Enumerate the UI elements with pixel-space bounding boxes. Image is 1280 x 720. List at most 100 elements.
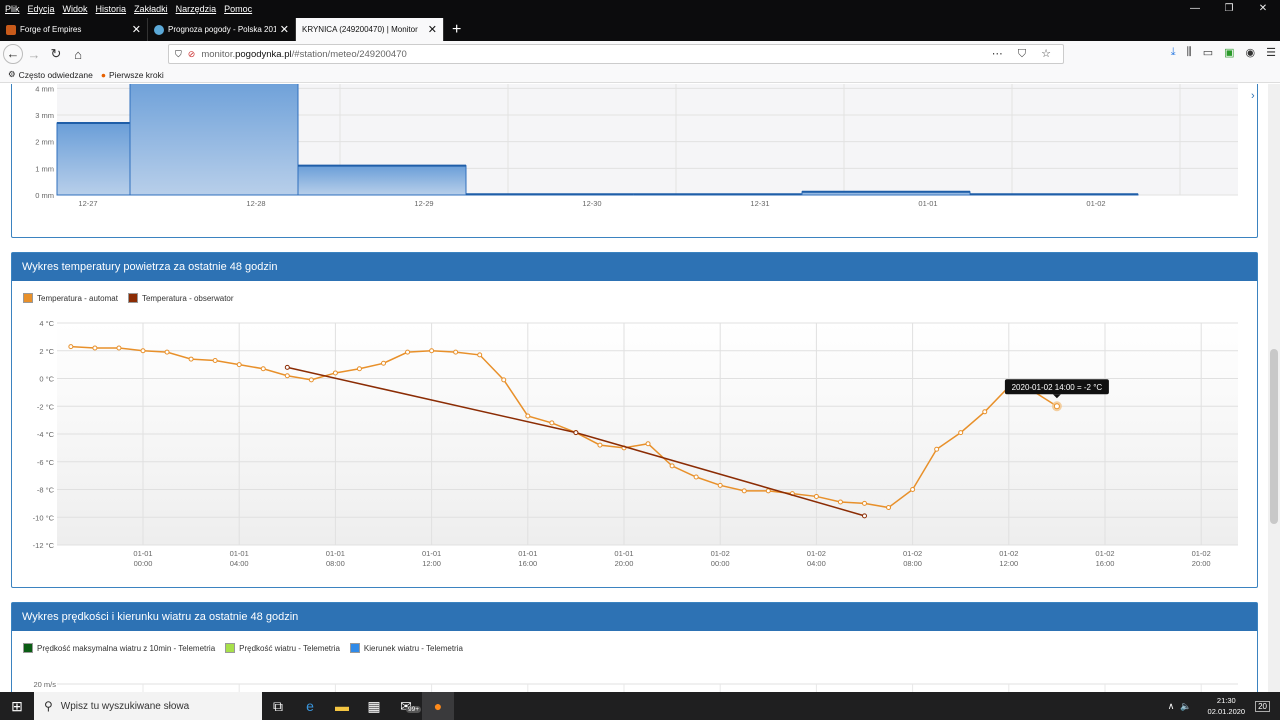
search-placeholder: Wpisz tu wyszukiwane słowa	[60, 700, 190, 712]
x-tick-time: 00:00	[134, 559, 153, 568]
notification-icon[interactable]: 20	[1255, 700, 1270, 712]
precip-bar	[56, 122, 131, 196]
tab-prognoza-pogody[interactable]: Prognoza pogody - Polska 2019 ✕	[148, 18, 296, 41]
temperature-panel-title: Wykres temperatury powietrza za ostatnie…	[12, 253, 1257, 281]
url-bar[interactable]: ⛉ ⊘ monitor.pogodynka.pl/#station/meteo/…	[168, 44, 1064, 64]
reload-icon[interactable]: ↻	[45, 46, 67, 62]
menu-pomoc[interactable]: Pomoc	[221, 4, 255, 14]
menu-historia[interactable]: Historia	[93, 4, 130, 14]
menu-widok[interactable]: Widok	[60, 4, 91, 14]
tab-bar: Forge of Empires ✕ Prognoza pogody - Pol…	[0, 18, 1280, 41]
data-point	[934, 446, 940, 452]
home-icon[interactable]: ⌂	[67, 47, 89, 62]
close-tab-icon[interactable]: ✕	[132, 23, 141, 36]
x-tick-label: 01-02	[1086, 199, 1105, 208]
tab-title: Forge of Empires	[20, 25, 82, 34]
insecure-lock-icon[interactable]: ⊘	[188, 49, 196, 60]
wind-panel: Wykres prędkości i kierunku wiatru za os…	[11, 602, 1258, 692]
sidebar-icon[interactable]: ▭	[1203, 46, 1213, 59]
x-tick-date: 01-01	[518, 549, 537, 558]
menu-zakladki[interactable]: Zakładki	[131, 4, 171, 14]
page-content: 0 mm 1 mm 2 mm 3 mm 4 mm 12-27 12-28 12-29 12-30…	[0, 84, 1268, 692]
legend-swatch	[349, 643, 360, 653]
chevron-up-icon[interactable]: ∧	[1168, 701, 1175, 712]
data-point	[453, 349, 459, 355]
data-point	[549, 420, 555, 426]
mail-icon[interactable]: ✉ 99+	[390, 698, 422, 715]
wind-panel-title: Wykres prędkości i kierunku wiatru za os…	[12, 603, 1257, 631]
close-window-icon[interactable]: ✕	[1246, 0, 1280, 18]
data-point	[862, 513, 867, 519]
windows-taskbar: ⊞ ⚲ Wpisz tu wyszukiwane słowa ⧉ e ▬ ▦ ✉ 9…	[0, 692, 1280, 720]
new-tab-plus-icon[interactable]: +	[444, 18, 469, 41]
data-point	[236, 362, 242, 368]
forward-arrow-icon[interactable]: →	[23, 47, 45, 62]
x-tick-date: 01-01	[326, 549, 345, 558]
edge-icon[interactable]: e	[294, 698, 326, 714]
restore-icon[interactable]: ❐	[1212, 0, 1246, 18]
back-arrow-icon[interactable]: ←	[3, 44, 23, 64]
x-tick-time: 04:00	[230, 559, 249, 568]
url-text[interactable]: monitor.pogodynka.pl/#station/meteo/2492…	[201, 49, 406, 60]
store-icon[interactable]: ▦	[358, 698, 390, 715]
file-explorer-icon[interactable]: ▬	[326, 698, 358, 714]
x-tick-time: 04:00	[807, 559, 826, 568]
legend-item-max-wind[interactable]: Prędkość maksymalna wiatru z 10min - Tel…	[23, 643, 215, 653]
tab-forge-of-empires[interactable]: Forge of Empires ✕	[0, 18, 148, 41]
tab-title: Prognoza pogody - Polska 2019	[168, 25, 276, 34]
legend-item-wind-speed[interactable]: Prędkość wiatru - Telemetria	[225, 643, 340, 653]
data-point	[765, 488, 771, 494]
y-tick-label: -10 °C	[33, 513, 55, 522]
menu-plik[interactable]: Plik	[2, 4, 23, 14]
y-tick-label: 2 °C	[39, 347, 54, 356]
bookmark-pierwsze-kroki[interactable]: ● Pierwsze kroki	[101, 70, 164, 80]
precip-bar	[297, 165, 467, 196]
data-point	[597, 442, 603, 448]
data-point	[164, 349, 170, 355]
legend-item-automat[interactable]: Temperatura - automat	[23, 293, 118, 303]
x-tick-date: 01-02	[999, 549, 1018, 558]
data-point	[717, 482, 723, 488]
chevron-right-icon[interactable]: ›	[1251, 90, 1255, 102]
close-tab-icon[interactable]: ✕	[280, 23, 289, 36]
data-point	[813, 493, 819, 499]
firefox-taskbar-icon[interactable]: ●	[422, 692, 454, 720]
page-scrollbar[interactable]	[1268, 84, 1280, 692]
nav-bar: ← → ↻ ⌂ ⛉ ⊘ monitor.pogodynka.pl/#statio…	[0, 41, 1280, 67]
clock[interactable]: 21:30 02.01.2020	[1208, 695, 1246, 717]
account-icon[interactable]: ◉	[1246, 46, 1256, 59]
tooltip-text: 2020-01-02 14:00 = -2 °C	[1012, 383, 1103, 392]
scrollbar-thumb[interactable]	[1270, 349, 1278, 524]
data-point	[910, 487, 916, 492]
x-tick-time: 00:00	[711, 559, 730, 568]
extension-icon[interactable]: ▣	[1224, 46, 1234, 59]
download-icon[interactable]: ⤓	[1171, 46, 1176, 59]
taskbar-search[interactable]: ⚲ Wpisz tu wyszukiwane słowa	[34, 692, 262, 720]
menu-edycja[interactable]: Edycja	[25, 4, 58, 14]
page-actions-icons[interactable]: ⋯ ⛉ ☆	[992, 47, 1057, 61]
close-tab-icon[interactable]: ✕	[428, 23, 437, 36]
shield-icon[interactable]: ⛉	[175, 49, 182, 60]
x-tick-label: 12-28	[246, 199, 265, 208]
toolbar-right: ⤓ ⫼ ▭ ▣ ◉ ☰	[1171, 46, 1276, 59]
menu-narzedzia[interactable]: Narzędzia	[173, 4, 220, 14]
wind-legend: Prędkość maksymalna wiatru z 10min - Tel…	[23, 643, 463, 653]
data-point	[669, 463, 675, 469]
task-view-icon[interactable]: ⧉	[262, 698, 294, 715]
legend-item-obserwator[interactable]: Temperatura - obserwator	[127, 293, 234, 303]
y-tick-label: -4 °C	[37, 430, 55, 439]
minimize-icon[interactable]: —	[1178, 0, 1212, 18]
volume-icon[interactable]: 🔈	[1180, 701, 1191, 712]
x-tick-label: 12-27	[78, 199, 97, 208]
x-tick-time: 16:00	[1096, 559, 1115, 568]
data-point	[693, 474, 699, 480]
data-point	[958, 430, 964, 436]
windows-start-icon[interactable]: ⊞	[0, 698, 34, 715]
bookmark-czesto-odwiedzane[interactable]: ⚙ Często odwiedzane	[8, 69, 93, 80]
legend-item-wind-direction[interactable]: Kierunek wiatru - Telemetria	[349, 643, 463, 653]
library-icon[interactable]: ⫼	[1187, 46, 1192, 59]
tab-krynica-monitor[interactable]: KRYNICA (249200470) | Monitor ✕	[296, 18, 444, 41]
x-tick-time: 16:00	[518, 559, 537, 568]
hamburger-menu-icon[interactable]: ☰	[1266, 46, 1276, 59]
temperature-legend: Temperatura - automat Temperatura - obse…	[23, 293, 234, 303]
